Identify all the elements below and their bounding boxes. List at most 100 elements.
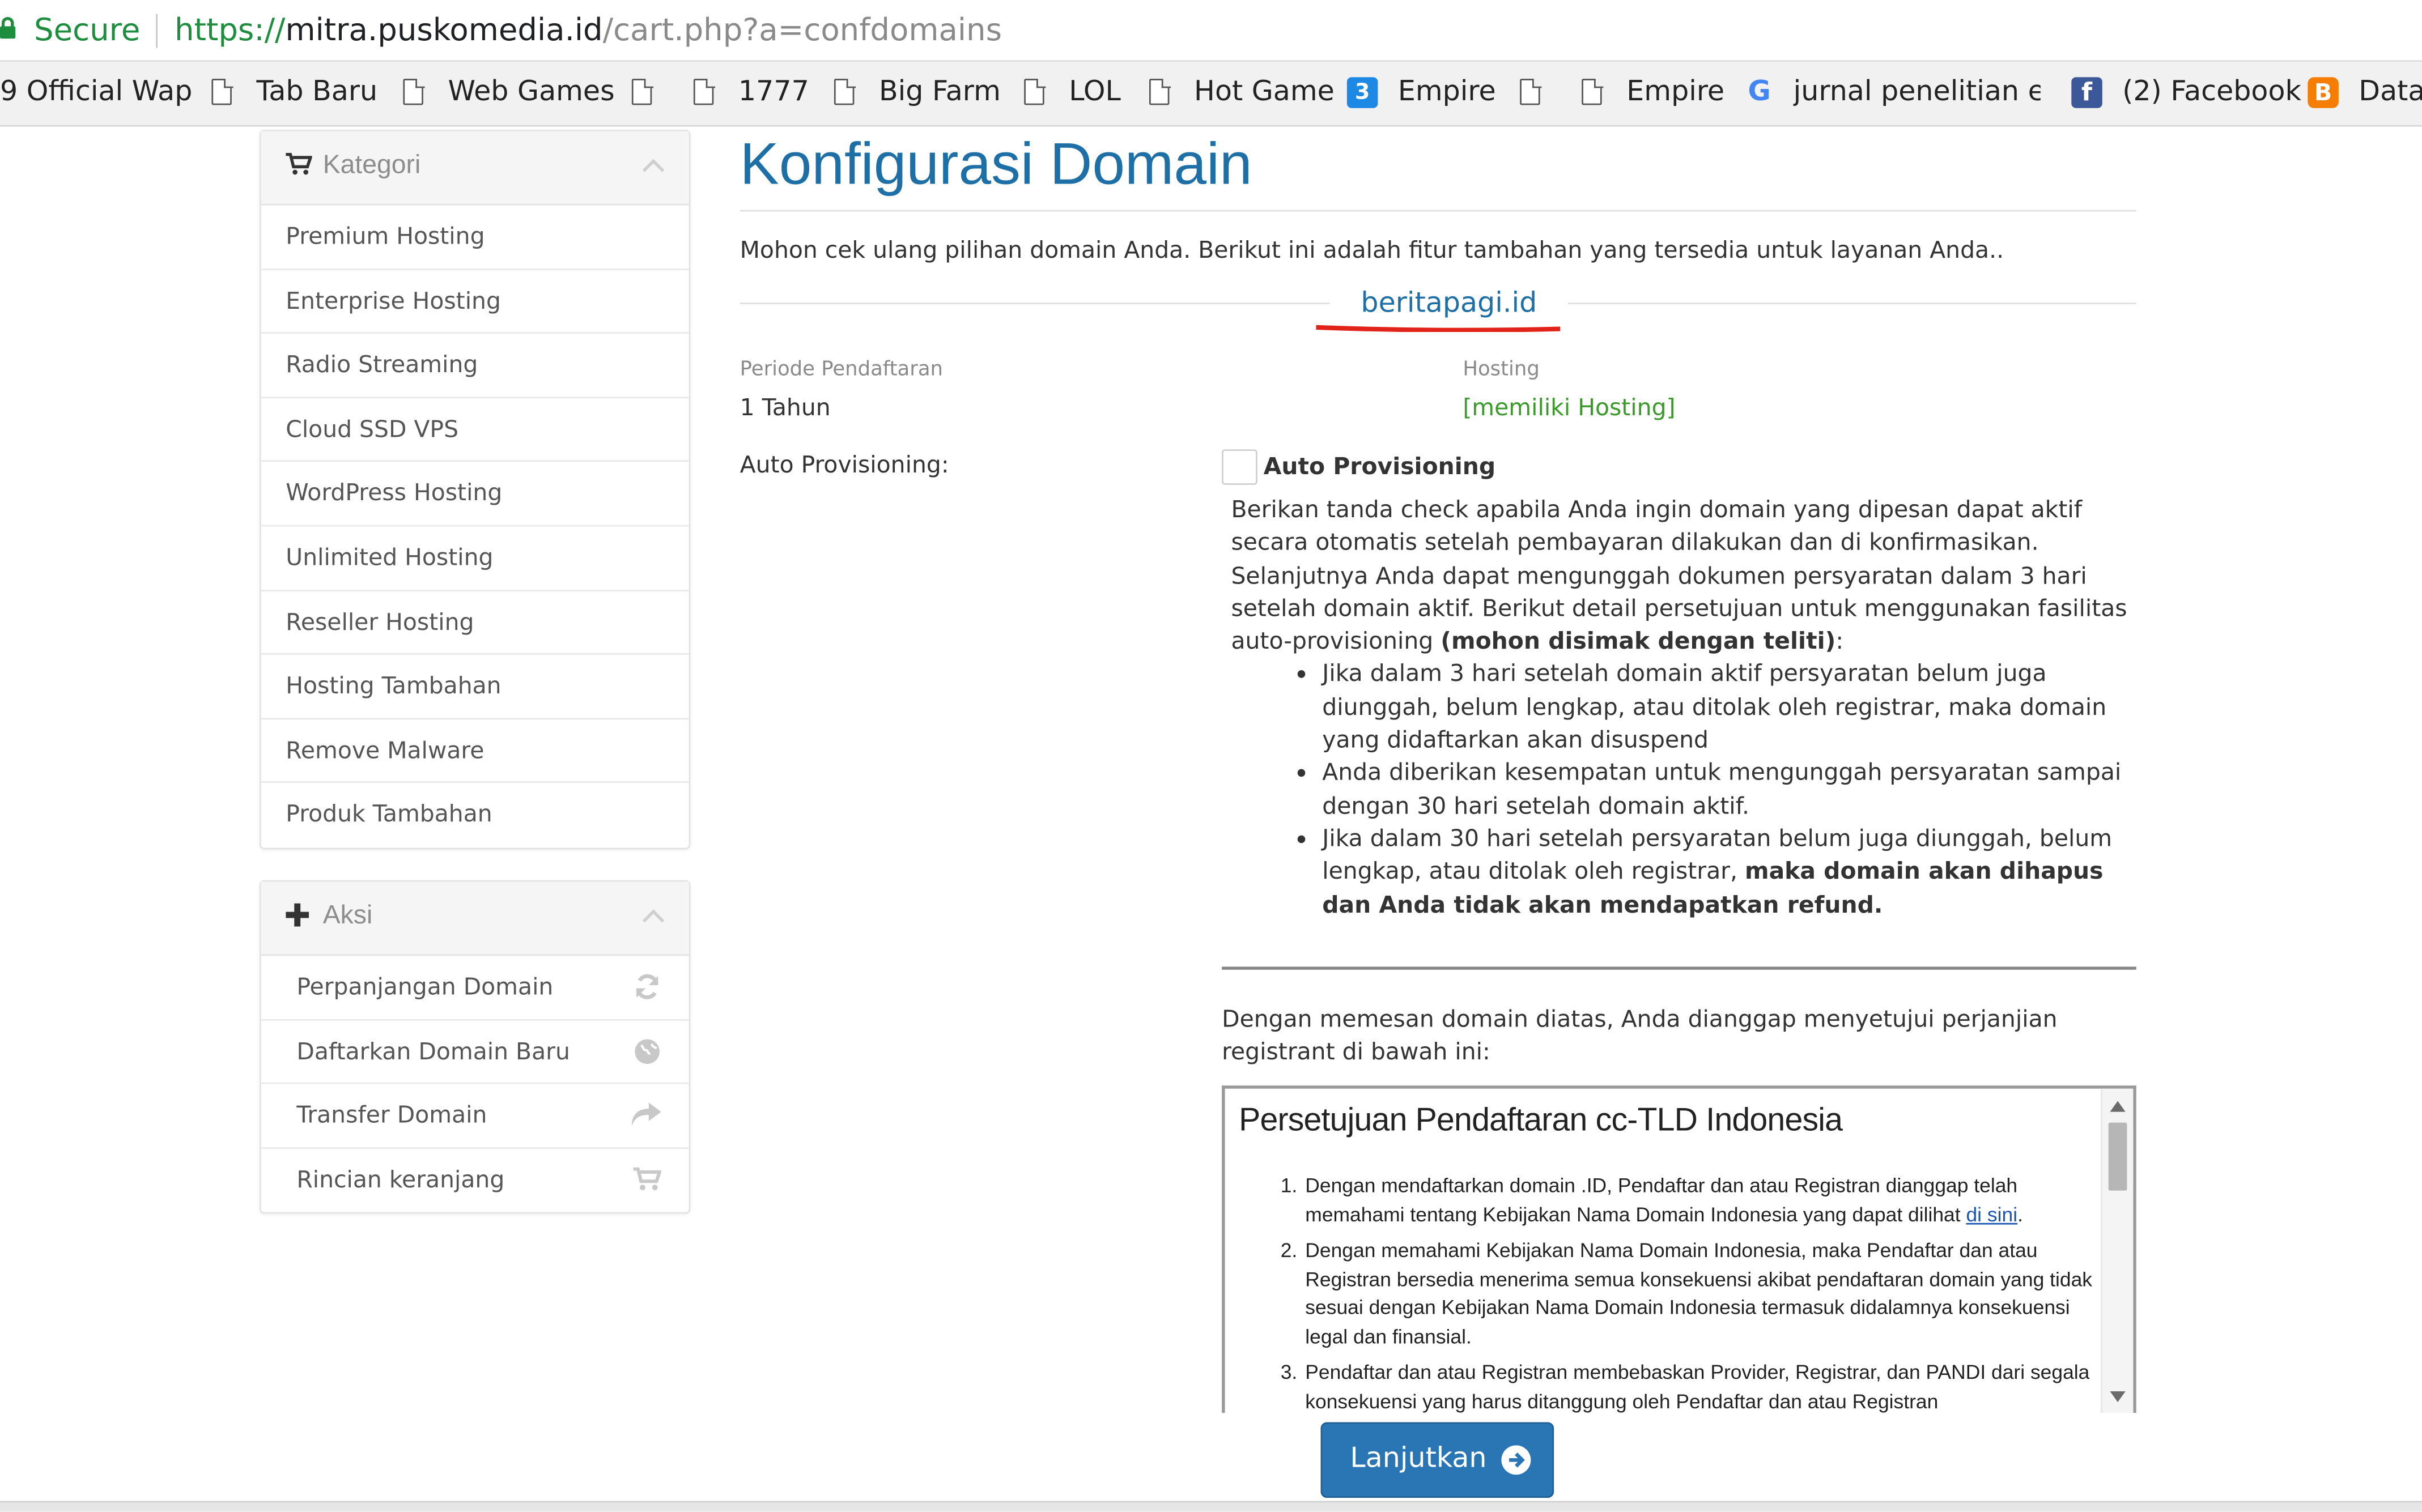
- section-divider: [1222, 966, 2136, 970]
- bookmark-official-wap[interactable]: 9 Official Wap: [0, 76, 192, 108]
- page-icon: [403, 78, 424, 105]
- scroll-up-arrow-icon[interactable]: [2110, 1101, 2126, 1112]
- sidebar-item-produk-tambahan[interactable]: Produk Tambahan: [261, 783, 689, 847]
- globe-icon: [634, 1020, 661, 1088]
- page-icon: [1024, 78, 1046, 105]
- sidebar-item-remove-malware[interactable]: Remove Malware: [261, 719, 689, 783]
- period-value: 1 Tahun: [740, 394, 831, 422]
- cart-icon: [633, 1148, 662, 1215]
- bookmark-1777[interactable]: 1777: [738, 76, 809, 108]
- terms-scrollbar[interactable]: [2101, 1088, 2134, 1413]
- description-text: :: [1835, 627, 1844, 655]
- actions-panel: Aksi Perpanjangan Domain Daftarkan Domai…: [259, 880, 691, 1214]
- description-paragraph: Berikan tanda check apabila Anda ingin d…: [1231, 495, 2083, 557]
- chevron-up-icon[interactable]: [642, 159, 665, 181]
- bookmark-tab-baru[interactable]: Tab Baru: [256, 76, 377, 108]
- action-label: Rincian keranjang: [296, 1165, 505, 1193]
- actions-panel-title: Aksi: [322, 900, 373, 930]
- action-label: Daftarkan Domain Baru: [296, 1037, 570, 1065]
- page-icon[interactable]: [631, 78, 653, 105]
- url-path: /cart.php?a=confdomains: [602, 11, 1002, 48]
- action-label: Transfer Domain: [296, 1101, 487, 1129]
- domain-name: beritapagi.id: [1329, 287, 1568, 320]
- hosting-value: [memiliki Hosting]: [1463, 394, 1676, 422]
- bottom-scrollbar[interactable]: [0, 1501, 2422, 1512]
- bookmark-lol[interactable]: LOL: [1069, 76, 1121, 108]
- sidebar-item-wordpress-hosting[interactable]: WordPress Hosting: [261, 462, 689, 527]
- terms-text: Dengan mendaftarkan domain .ID, Pendafta…: [1305, 1173, 2018, 1225]
- page-icon: [693, 78, 715, 105]
- description-paragraph: Selanjutnya Anda dapat mengunggah dokume…: [1231, 560, 2135, 658]
- google-favicon-icon: G: [1748, 75, 1771, 108]
- period-label: Periode Pendaftaran: [740, 358, 944, 382]
- page-icon[interactable]: [1520, 78, 1541, 105]
- url-scheme: https://: [175, 11, 286, 48]
- page-icon: [834, 78, 855, 105]
- auto-provisioning-description: Berikan tanda check apabila Anda ingin d…: [1231, 494, 2135, 922]
- scroll-thumb[interactable]: [2108, 1122, 2127, 1191]
- agreement-text: Dengan memesan domain diatas, Anda diang…: [1222, 1005, 2058, 1066]
- actions-panel-header[interactable]: Aksi: [261, 881, 689, 956]
- red-annotation-underline: [1316, 325, 1561, 333]
- continue-button[interactable]: Lanjutkan: [1320, 1422, 1554, 1498]
- category-panel-header[interactable]: Kategori: [261, 131, 689, 206]
- refresh-icon: [634, 956, 661, 1024]
- chevron-up-icon[interactable]: [642, 909, 665, 931]
- action-label: Perpanjangan Domain: [296, 973, 554, 1001]
- page-title: Konfigurasi Domain: [740, 133, 1252, 198]
- url-host: mitra.puskomedia.id: [285, 11, 603, 48]
- sidebar-item-reseller-hosting[interactable]: Reseller Hosting: [261, 591, 689, 655]
- terms-scroll-box[interactable]: Persetujuan Pendaftaran cc-TLD Indonesia…: [1222, 1085, 2136, 1413]
- bookmark-facebook[interactable]: (2) Facebook: [2122, 76, 2301, 108]
- terms-item: 2. Dengan memahami Kebijakan Nama Domain …: [1280, 1238, 2093, 1348]
- category-panel-title: Kategori: [322, 150, 421, 180]
- lock-icon: [0, 16, 16, 39]
- bookmark-hot-game[interactable]: Hot Game: [1194, 76, 1335, 108]
- action-transfer-domain[interactable]: Transfer Domain: [261, 1084, 689, 1148]
- terms-item: 1. Dengan mendaftarkan domain .ID, Pendaf…: [1280, 1173, 2023, 1225]
- action-cart-details[interactable]: Rincian keranjang: [261, 1148, 689, 1212]
- terms-link-here[interactable]: di sini: [1966, 1202, 2017, 1225]
- page-icon: [1149, 78, 1170, 105]
- auto-provisioning-checkbox-label[interactable]: Auto Provisioning: [1264, 453, 1495, 480]
- terms-list: 1. Dengan mendaftarkan domain .ID, Pendaf…: [1280, 1172, 2093, 1413]
- category-panel: Kategori Premium Hosting Enterprise Host…: [259, 129, 691, 850]
- action-register-domain[interactable]: Daftarkan Domain Baru: [261, 1020, 689, 1084]
- bookmark-datal[interactable]: Datal: [2359, 76, 2422, 108]
- bookmark-web-games[interactable]: Web Games: [448, 76, 614, 108]
- list-item: Anda diberikan kesempatan untuk mengungg…: [1322, 757, 2135, 823]
- bookmark-jurnal[interactable]: jurnal penelitian eks: [1794, 76, 2041, 108]
- bookmark-big-farm[interactable]: Big Farm: [879, 76, 1001, 108]
- sidebar-item-cloud-ssd-vps[interactable]: Cloud SSD VPS: [261, 398, 689, 463]
- intro-text: Mohon cek ulang pilihan domain Anda. Ber…: [740, 236, 2004, 265]
- provisioning-terms-list: Jika dalam 3 hari setelah domain aktif p…: [1231, 659, 2135, 922]
- arrow-circle-right-icon: [1501, 1445, 1531, 1475]
- sidebar-item-radio-streaming[interactable]: Radio Streaming: [261, 334, 689, 398]
- continue-button-label: Lanjutkan: [1350, 1442, 1487, 1475]
- title-divider: [740, 210, 2136, 212]
- scroll-down-arrow-icon[interactable]: [2110, 1391, 2126, 1403]
- auto-provisioning-label: Auto Provisioning:: [740, 450, 949, 479]
- auto-provisioning-checkbox[interactable]: [1222, 449, 1257, 485]
- sidebar-item-premium-hosting[interactable]: Premium Hosting: [261, 206, 689, 270]
- page-icon: [1582, 78, 1603, 105]
- empire-favicon-icon: 3: [1346, 77, 1378, 108]
- terms-item: 3. Pendaftar dan atau Registran membebask…: [1280, 1360, 2090, 1412]
- list-item: Jika dalam 3 hari setelah domain aktif p…: [1322, 659, 2135, 757]
- action-renew-domain[interactable]: Perpanjangan Domain: [261, 956, 689, 1020]
- list-item: Jika dalam 30 hari setelah persyaratan b…: [1322, 823, 2135, 922]
- address-bar[interactable]: Secure https://mitra.puskomedia.id/cart.…: [0, 0, 2422, 62]
- bookmark-empire-2[interactable]: Empire: [1626, 76, 1724, 108]
- sidebar-item-enterprise-hosting[interactable]: Enterprise Hosting: [261, 270, 689, 334]
- terms-title: Persetujuan Pendaftaran cc-TLD Indonesia: [1239, 1102, 1843, 1138]
- plus-icon: [286, 903, 309, 933]
- secure-label: Secure: [33, 11, 141, 48]
- bookmark-empire[interactable]: Empire: [1398, 76, 1496, 108]
- terms-text: .: [2017, 1202, 2023, 1225]
- url-text[interactable]: https://mitra.puskomedia.id/cart.php?a=c…: [175, 11, 1002, 48]
- sidebar-item-hosting-tambahan[interactable]: Hosting Tambahan: [261, 655, 689, 719]
- terms-text: Pendaftar dan atau Registran membebaskan…: [1305, 1360, 2090, 1412]
- page-icon: [211, 78, 233, 105]
- cart-icon: [286, 152, 313, 182]
- sidebar-item-unlimited-hosting[interactable]: Unlimited Hosting: [261, 526, 689, 591]
